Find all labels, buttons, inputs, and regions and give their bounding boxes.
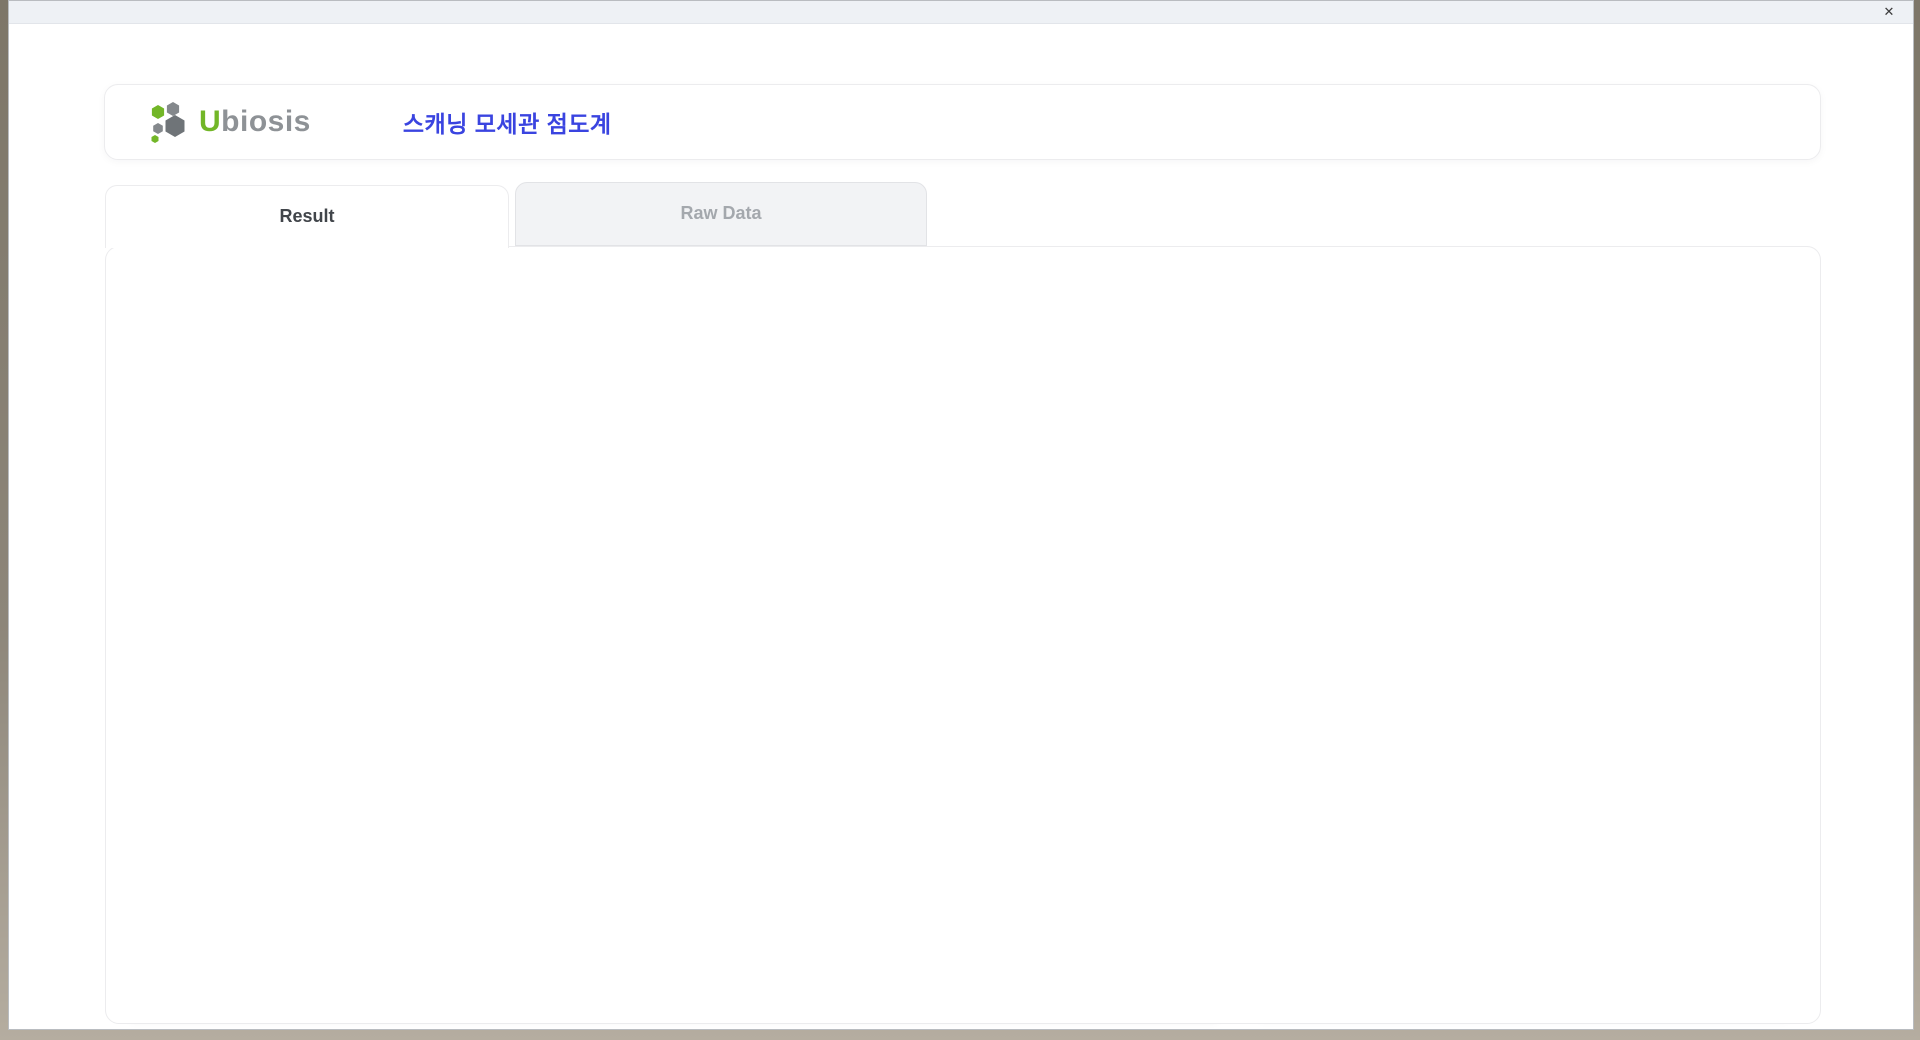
tab-result[interactable]: Result: [105, 185, 509, 248]
header-card: Ubiosis 스캐닝 모세관 점도계: [104, 84, 1821, 160]
window-titlebar: ✕: [9, 1, 1913, 24]
logo-text: Ubiosis: [199, 105, 311, 139]
ubiosis-logo: Ubiosis: [147, 100, 311, 144]
desktop: ✕ Ubiosis 스캐닝 모세관 점도계 Result Raw Data: [0, 0, 1920, 1040]
content-panel: [105, 246, 1821, 1024]
logo-letter-u: U: [199, 105, 222, 138]
hexagon-logo-icon: [151, 102, 185, 143]
page-title: 스캐닝 모세관 점도계: [402, 111, 612, 137]
app-window: ✕ Ubiosis 스캐닝 모세관 점도계 Result Raw Data: [8, 0, 1914, 1030]
tab-raw-data[interactable]: Raw Data: [515, 182, 927, 246]
close-icon[interactable]: ✕: [1879, 3, 1899, 21]
logo-word-biosis: biosis: [221, 105, 311, 138]
